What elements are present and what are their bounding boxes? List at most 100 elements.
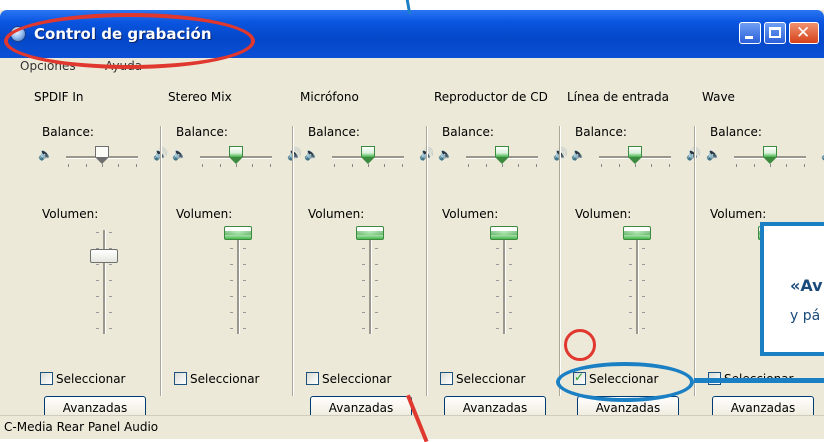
volume-tick (642, 248, 645, 249)
speaker-left-icon: 🔈 (38, 147, 53, 161)
volume-tick (642, 280, 645, 281)
panel-divider (292, 126, 293, 396)
menu-ayuda[interactable]: Ayuda (105, 59, 142, 73)
select-checkbox[interactable] (306, 372, 319, 385)
select-checkbox[interactable] (708, 372, 721, 385)
volume-tick (375, 312, 378, 313)
select-label: Seleccionar (589, 372, 659, 386)
volume-tick (362, 248, 365, 249)
balance-tick (118, 164, 119, 167)
volume-track (237, 230, 240, 334)
balance-tick (252, 164, 253, 167)
select-label: Seleccionar (456, 372, 526, 386)
volume-thumb[interactable] (623, 226, 651, 240)
select-checkbox-row[interactable]: Seleccionar (440, 372, 525, 386)
volume-slider[interactable] (350, 226, 390, 338)
maximize-button[interactable] (764, 22, 786, 44)
volume-tick (243, 296, 246, 297)
balance-thumb[interactable] (495, 146, 509, 164)
volume-tick (375, 264, 378, 265)
balance-tick (736, 164, 737, 167)
volume-tick (496, 280, 499, 281)
volume-tick (96, 328, 99, 329)
balance-tick (136, 164, 137, 167)
callout-title: «Av (790, 276, 823, 295)
balance-slider[interactable]: 🔈 🔊 (304, 144, 434, 174)
select-checkbox[interactable] (40, 372, 53, 385)
balance-label: Balance: (176, 125, 228, 139)
volume-tick (362, 296, 365, 297)
volume-tick (230, 312, 233, 313)
close-button[interactable]: ✕ (789, 22, 819, 44)
volume-tick (230, 264, 233, 265)
recording-control-window: Control de grabación ✕ Opciones Ayuda SP… (0, 10, 824, 439)
volume-tick (109, 264, 112, 265)
volume-tick (109, 296, 112, 297)
select-checkbox-row[interactable]: Seleccionar (573, 370, 659, 386)
volume-slider[interactable] (617, 226, 657, 338)
annotation-callout: «Av y pá (760, 222, 824, 356)
balance-tick (502, 164, 503, 167)
balance-thumb[interactable] (95, 146, 109, 164)
balance-slider[interactable]: 🔈 🔊 (706, 144, 824, 174)
volume-slider[interactable] (84, 226, 124, 338)
balance-thumb[interactable] (628, 146, 642, 164)
balance-slider[interactable]: 🔈 🔊 (571, 144, 701, 174)
minimize-button[interactable] (739, 22, 761, 44)
balance-thumb[interactable] (763, 146, 777, 164)
select-checkbox[interactable] (440, 372, 453, 385)
volume-tick (362, 328, 365, 329)
volume-tick (642, 296, 645, 297)
volume-tick (642, 264, 645, 265)
volume-tick (375, 296, 378, 297)
volume-tick (642, 312, 645, 313)
balance-tick (518, 164, 519, 167)
volume-tick (496, 328, 499, 329)
channel-panel: Reproductor de CD Balance: 🔈 🔊 Volumen: … (426, 76, 568, 420)
volume-slider[interactable] (484, 226, 524, 338)
speaker-left-icon: 🔈 (706, 147, 721, 161)
balance-tick (619, 164, 620, 167)
channel-name: Wave (702, 90, 735, 104)
balance-tick (368, 164, 369, 167)
select-checkbox-row[interactable]: Seleccionar (40, 372, 125, 386)
volume-tick (629, 296, 632, 297)
balance-tick (786, 164, 787, 167)
balance-tick (804, 164, 805, 167)
volume-tick (496, 312, 499, 313)
volume-thumb[interactable] (356, 226, 384, 240)
volume-tick (629, 328, 632, 329)
select-checkbox-row[interactable]: Seleccionar (708, 372, 793, 386)
speaker-left-icon: 🔈 (304, 147, 319, 161)
balance-tick (86, 164, 87, 167)
balance-tick (669, 164, 670, 167)
volume-thumb[interactable] (224, 226, 252, 240)
volume-slider[interactable] (218, 226, 258, 338)
volume-thumb[interactable] (490, 226, 518, 240)
select-checkbox[interactable] (174, 372, 187, 385)
balance-label: Balance: (308, 125, 360, 139)
volume-tick (509, 312, 512, 313)
select-checkbox[interactable] (573, 370, 586, 385)
channel-name: Stereo Mix (168, 90, 232, 104)
volume-tick (109, 312, 112, 313)
channel-panel: Stereo Mix Balance: 🔈 🔊 Volumen: Selecci… (160, 76, 302, 396)
window-title: Control de grabación (34, 25, 212, 43)
select-checkbox-row[interactable]: Seleccionar (174, 372, 259, 386)
balance-tick (102, 164, 103, 167)
volume-thumb[interactable] (90, 249, 118, 263)
select-label: Seleccionar (190, 372, 260, 386)
balance-thumb[interactable] (229, 146, 243, 164)
select-checkbox-row[interactable]: Seleccionar (306, 372, 391, 386)
balance-thumb[interactable] (361, 146, 375, 164)
balance-slider[interactable]: 🔈 🔊 (172, 144, 302, 174)
menu-opciones[interactable]: Opciones (20, 59, 76, 73)
maximize-icon (769, 27, 781, 38)
balance-slider[interactable]: 🔈 🔊 (438, 144, 568, 174)
volume-tick (629, 312, 632, 313)
volume-label: Volumen: (42, 207, 99, 221)
speaker-left-icon: 🔈 (571, 147, 586, 161)
balance-slider[interactable]: 🔈 🔊 (38, 144, 168, 174)
channel-name: Reproductor de CD (434, 90, 548, 104)
title-bar[interactable]: Control de grabación ✕ (0, 10, 824, 58)
